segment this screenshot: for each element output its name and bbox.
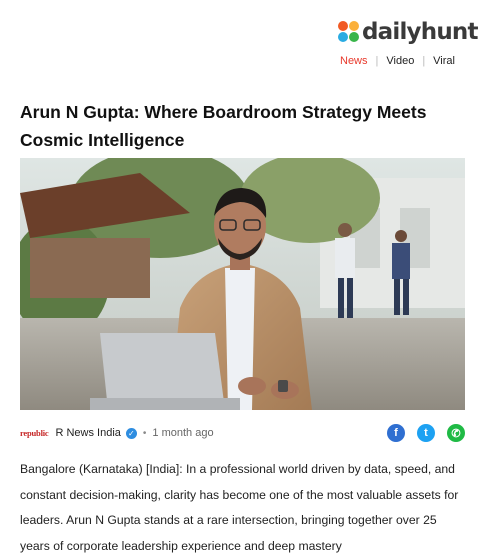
publisher-logo[interactable]: republic xyxy=(20,428,49,438)
whatsapp-share-icon[interactable]: ✆ xyxy=(447,424,465,442)
article-title: Arun N Gupta: Where Boardroom Strategy M… xyxy=(20,102,427,150)
twitter-share-icon[interactable]: t xyxy=(417,424,435,442)
share-buttons: f t ✆ xyxy=(387,424,465,442)
nav-separator: | xyxy=(422,55,426,67)
article-hero-image xyxy=(20,158,465,410)
nav-video[interactable]: Video xyxy=(386,55,414,67)
top-nav: News | Video | Viral xyxy=(340,55,455,67)
facebook-share-icon[interactable]: f xyxy=(387,424,405,442)
nav-separator: | xyxy=(375,55,379,67)
article-body: Bangalore (Karnataka) [India]: In a prof… xyxy=(20,462,459,553)
verified-badge-icon: ✓ xyxy=(125,427,137,439)
article-meta: republic R News India ✓ • 1 month ago f … xyxy=(20,424,465,442)
logo-text: dailyhunt xyxy=(362,19,478,45)
nav-viral[interactable]: Viral xyxy=(433,55,455,67)
dailyhunt-logo-mark-icon xyxy=(338,21,360,43)
meta-separator: • xyxy=(142,427,147,439)
published-time: 1 month ago xyxy=(152,427,214,439)
nav-news[interactable]: News xyxy=(340,55,368,67)
publisher-name[interactable]: R News India xyxy=(55,427,120,439)
dailyhunt-logo[interactable]: dailyhunt xyxy=(338,15,478,49)
